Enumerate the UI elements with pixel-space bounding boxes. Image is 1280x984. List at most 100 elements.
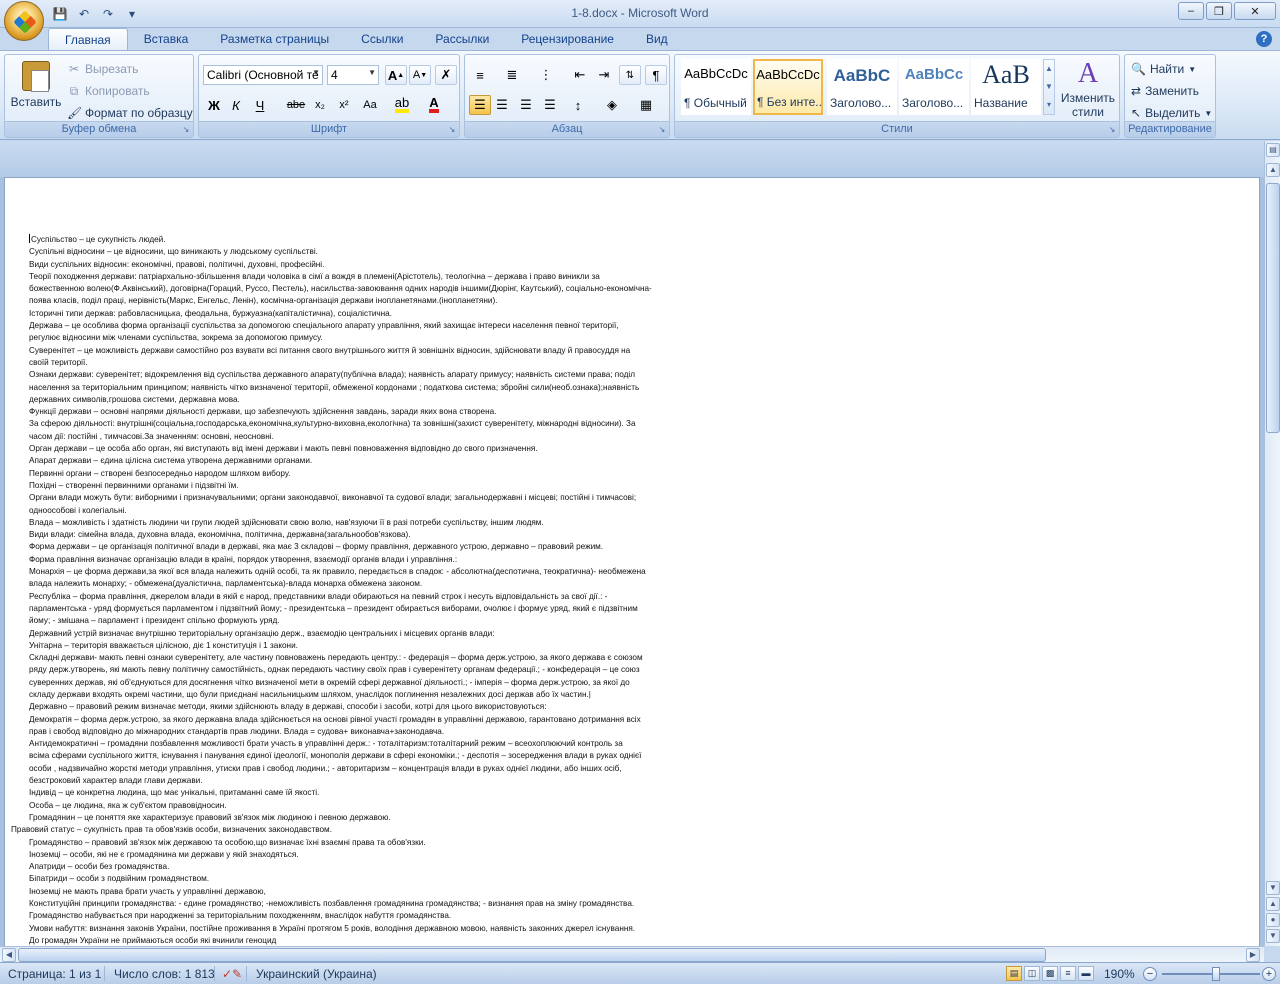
web-layout-view-icon[interactable]: ▩ [1042,966,1058,981]
browse-object-icon[interactable]: ● [1266,913,1280,927]
horizontal-scroll-thumb[interactable] [18,948,1046,962]
language-indicator[interactable]: Украинский (Украина) [256,967,377,981]
document-line[interactable]: Види суспільних відносин: економічні, пр… [29,259,729,271]
document-line[interactable]: До громадян України не приймаються особи… [29,935,729,946]
document-line[interactable]: Апарат держави – єдина цілісна система у… [29,455,729,467]
document-line[interactable]: Республіка – форма правління, джерелом в… [29,591,729,603]
change-styles-button[interactable]: A Изменить стили [1059,59,1117,120]
document-line[interactable]: Влада – можливість і здатність людини чи… [29,517,729,529]
next-page-icon[interactable]: ▼ [1266,929,1280,943]
document-line[interactable]: Іноземці – особи, які не є громадянина м… [29,849,729,861]
document-line[interactable]: Первинні органи – створені безпосередньо… [29,468,729,480]
document-line[interactable]: Біпатриди – особи з подвійним громадянст… [29,873,729,885]
document-line[interactable]: поява класів, поділ праці, нерівність(Ма… [29,295,729,307]
dialog-launcher-icon[interactable]: ↘ [181,125,191,135]
page-count[interactable]: Страница: 1 из 1 [8,967,101,981]
font-color-icon[interactable]: A [423,95,445,115]
document-line[interactable]: Суспільні відносини – це відносини, що в… [29,246,729,258]
font-name-combo[interactable]: Calibri (Основной те ▼ [203,65,323,85]
bold-button[interactable]: Ж [203,95,225,115]
document-line[interactable]: Унітарна – територія вважається цілісною… [29,640,729,652]
document-line[interactable]: Орган держави – це особа або орган, які … [29,443,729,455]
show-formatting-icon[interactable]: ¶ [645,65,667,85]
zoom-in-button[interactable]: + [1262,967,1276,981]
tab-page-layout[interactable]: Разметка страницы [204,28,345,50]
style-no-spacing[interactable]: AaBbCcDc ¶ Без инте... [753,59,823,115]
draft-view-icon[interactable]: ▬ [1078,966,1094,981]
change-case-button[interactable]: Aa [357,95,383,115]
document-line[interactable]: одноособові і колегіальні. [29,505,729,517]
dialog-launcher-icon[interactable]: ↘ [1107,125,1117,135]
scroll-down-icon[interactable]: ▼ [1266,881,1280,895]
document-line[interactable]: особи , надзвичайно жорсткі методи управ… [29,763,729,775]
decrease-indent-icon[interactable]: ⇤ [569,65,591,85]
help-icon[interactable]: ? [1256,31,1272,47]
document-line[interactable]: складу держави входять окремі частини, щ… [29,689,729,701]
document-line[interactable]: регулює відносини між членами суспільств… [29,332,729,344]
outline-view-icon[interactable]: ≡ [1060,966,1076,981]
document-line[interactable]: Похідні – створенні первинними органами … [29,480,729,492]
proofing-icon[interactable]: ✓✎ [222,967,242,981]
document-line[interactable]: суверенних держав, які об'єднуються для … [29,677,729,689]
copy-button[interactable]: ⧉ Копировать [67,81,150,101]
document-line[interactable]: безстроковий характер влади глави держав… [29,775,729,787]
office-button[interactable] [4,1,44,41]
vertical-scrollbar[interactable]: ▤ ▲ ▼ ▲ ● ▼ [1264,141,1280,946]
dialog-launcher-icon[interactable]: ↘ [447,125,457,135]
document-line[interactable]: Ознаки держави: суверенітет; відокремлен… [29,369,729,381]
style-heading-1[interactable]: AaBbC Заголово... [827,59,897,115]
cut-button[interactable]: ✂ Вырезать [67,59,138,79]
document-line[interactable]: Громадянство набувається при народженні … [29,910,729,922]
document-line[interactable]: Правовий статус – сукупність прав та обо… [11,824,729,836]
tab-view[interactable]: Вид [630,28,684,50]
replace-button[interactable]: ⇄ Заменить [1131,81,1199,101]
document-line[interactable]: Теорії походження держави: патріархально… [29,271,729,283]
full-screen-reading-icon[interactable]: ◫ [1024,966,1040,981]
bullets-icon[interactable]: ≡ [469,65,491,85]
clear-formatting-icon[interactable]: ✗ [435,65,457,85]
document-line[interactable]: часом дії: постійні , тимчасові.За значе… [29,431,729,443]
increase-indent-icon[interactable]: ⇥ [593,65,615,85]
shading-icon[interactable]: ◈ [601,95,623,115]
format-painter-button[interactable]: 🖌 Формат по образцу [67,103,193,123]
style-title[interactable]: AaB Название [971,59,1041,115]
document-line[interactable]: населення за територіальним принципом; н… [29,382,729,394]
zoom-slider-track[interactable] [1162,973,1260,975]
document-line[interactable]: божественною волею(Ф.Аквінський), догові… [29,283,729,295]
document-line[interactable]: Апатриди – особи без громадянства. [29,861,729,873]
document-line[interactable]: парламентська - уряд формується парламен… [29,603,729,615]
maximize-button[interactable]: ❐ [1206,2,1232,20]
font-size-combo[interactable]: 4 ▼ [327,65,379,85]
superscript-button[interactable]: x² [333,95,355,115]
previous-page-icon[interactable]: ▲ [1266,897,1280,911]
document-line[interactable]: Суспільство – це сукупність людей. [29,234,729,246]
styles-scroll[interactable]: ▲ ▼ ▾ [1043,59,1055,115]
document-line[interactable]: Форма правління визначає організацію вла… [29,554,729,566]
document-line[interactable]: Складні держави- мають певні ознаки суве… [29,652,729,664]
document-line[interactable]: прав і свобод відповідно до міжнародних … [29,726,729,738]
document-line[interactable]: всіма сферами суспільного життя, існуван… [29,750,729,762]
document-line[interactable]: Форма держави – це організація політично… [29,541,729,553]
document-line[interactable]: Органи влади можуть бути: виборними і пр… [29,492,729,504]
tab-home[interactable]: Главная [48,28,128,50]
strikethrough-button[interactable]: abe [285,95,307,115]
document-line[interactable]: ряду держ.утворень, які мають певну полі… [29,664,729,676]
tab-review[interactable]: Рецензирование [505,28,630,50]
document-line[interactable]: йому; - змішана – парламент і президент … [29,615,729,627]
document-line[interactable]: Функції держави – основні напрями діяльн… [29,406,729,418]
italic-button[interactable]: К [225,95,247,115]
multilevel-list-icon[interactable]: ⋮ [535,65,557,85]
tab-mailings[interactable]: Рассылки [419,28,505,50]
document-line[interactable]: Державний устрій визначає внутрішню тери… [29,628,729,640]
align-center-icon[interactable]: ☰ [491,95,513,115]
document-line[interactable]: Держава – це особлива форма організації … [29,320,729,332]
document-line[interactable]: своїй території. [29,357,729,369]
document-line[interactable]: Антидемократичні – громадяни позбавлення… [29,738,729,750]
dialog-launcher-icon[interactable]: ↘ [657,125,667,135]
document-line[interactable]: Монархія – це форма держави,за якої вся … [29,566,729,578]
scroll-left-icon[interactable]: ◀ [2,948,16,962]
document-line[interactable]: Громадянство – правовий зв'язок між держ… [29,837,729,849]
paste-button[interactable]: Вставить [9,59,63,117]
ruler-toggle-icon[interactable]: ▤ [1266,143,1280,157]
underline-button[interactable]: Ч [249,95,271,115]
